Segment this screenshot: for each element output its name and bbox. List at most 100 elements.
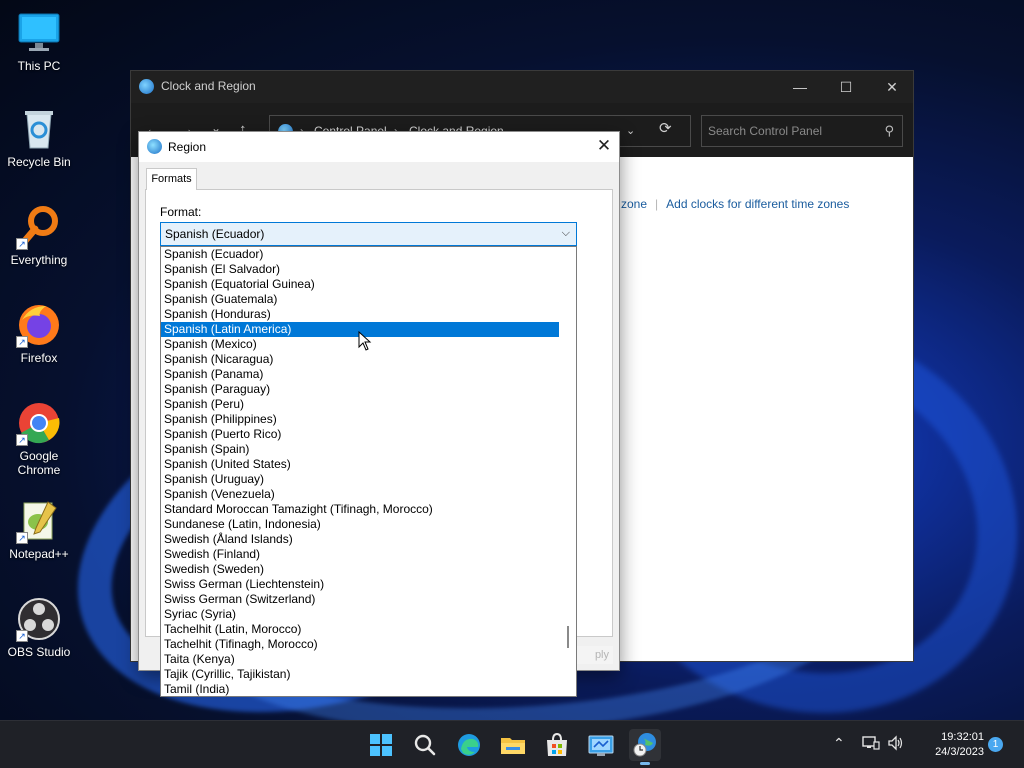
format-option[interactable]: Spanish (Nicaragua) <box>161 352 559 367</box>
edge-icon <box>458 734 480 756</box>
format-option[interactable]: Spanish (Venezuela) <box>161 487 559 502</box>
format-option[interactable]: Spanish (Honduras) <box>161 307 559 322</box>
taskbar-clock-and-region[interactable] <box>629 729 661 765</box>
desktop-icon-label: Everything <box>10 253 68 267</box>
format-dropdown-list[interactable]: Spanish (Ecuador) Spanish (El Salvador) Sp… <box>160 246 577 697</box>
obs-studio-icon: ↗ <box>16 596 62 642</box>
search-icon[interactable]: ⚲ <box>884 123 894 139</box>
format-option[interactable]: Spanish (Equatorial Guinea) <box>161 277 559 292</box>
notepad-plus-plus-icon: ↗ <box>16 498 62 544</box>
dropdown-scrollbar[interactable] <box>560 247 576 696</box>
desktop-icon-firefox[interactable]: ↗ Firefox <box>4 302 74 365</box>
format-option[interactable]: Swedish (Åland Islands) <box>161 532 559 547</box>
dialog-close-button[interactable]: ✕ <box>589 132 619 162</box>
desktop-icon-label: Notepad++ <box>9 547 69 561</box>
taskbar-edge[interactable] <box>453 729 485 761</box>
window-title: Clock and Region <box>161 79 256 93</box>
scrollbar-thumb[interactable] <box>567 626 569 648</box>
format-option[interactable]: Tachelhit (Latin, Morocco) <box>161 622 559 637</box>
format-option[interactable]: Tamil (India) <box>161 682 559 696</box>
volume-icon[interactable] <box>887 735 905 754</box>
desktop-icon-recycle-bin[interactable]: Recycle Bin <box>4 106 74 169</box>
format-option[interactable]: Spanish (Uruguay) <box>161 472 559 487</box>
region-dialog-titlebar[interactable]: Region ✕ <box>139 132 619 162</box>
dialog-title: Region <box>168 140 207 154</box>
network-icon[interactable] <box>862 735 880 754</box>
control-panel-titlebar[interactable]: Clock and Region — ☐ ✕ <box>131 71 913 103</box>
store-icon <box>547 732 567 756</box>
search-control-panel-box[interactable]: ⚲ <box>701 115 903 147</box>
close-button[interactable]: ✕ <box>869 71 915 103</box>
format-option[interactable]: Swedish (Sweden) <box>161 562 559 577</box>
everything-magnifier-icon: ↗ <box>16 204 62 250</box>
shortcut-arrow-icon: ↗ <box>16 630 28 642</box>
format-option[interactable]: Swiss German (Liechtenstein) <box>161 577 559 592</box>
tab-formats[interactable]: Formats <box>146 168 197 190</box>
desktop-icon-label: This PC <box>17 59 61 73</box>
format-option[interactable]: Swedish (Finland) <box>161 547 559 562</box>
shortcut-arrow-icon: ↗ <box>16 336 28 348</box>
chrome-icon: ↗ <box>16 400 62 446</box>
format-option[interactable]: Spanish (Philippines) <box>161 412 559 427</box>
desktop-icon-everything[interactable]: ↗ Everything <box>4 204 74 267</box>
mouse-cursor-icon <box>358 331 372 351</box>
format-option[interactable]: Sundanese (Latin, Indonesia) <box>161 517 559 532</box>
firefox-icon: ↗ <box>16 302 62 348</box>
desktop-icon-label: OBS Studio <box>7 645 71 659</box>
format-combobox[interactable]: Spanish (Ecuador) ⌵ <box>160 222 577 246</box>
desktop-icon-this-pc[interactable]: This PC <box>4 10 74 73</box>
format-option[interactable]: Spanish (Peru) <box>161 397 559 412</box>
add-clocks-link[interactable]: Add clocks for different time zones <box>666 197 849 211</box>
format-option[interactable]: Spanish (El Salvador) <box>161 262 559 277</box>
refresh-icon[interactable]: ⟳ <box>659 119 672 137</box>
search-input[interactable] <box>708 122 868 140</box>
control-panel-icon <box>588 735 614 756</box>
shortcut-arrow-icon: ↗ <box>16 532 28 544</box>
clock-region-globe-icon <box>139 79 154 94</box>
format-option[interactable]: Spanish (Panama) <box>161 367 559 382</box>
desktop-icon-label: Firefox <box>20 351 58 365</box>
minimize-button[interactable]: — <box>777 71 823 103</box>
format-option[interactable]: Swiss German (Switzerland) <box>161 592 559 607</box>
desktop-icon-google-chrome[interactable]: ↗ Google Chrome <box>4 400 74 477</box>
taskbar-clock[interactable]: 19:32:01 24/3/2023 <box>912 730 984 760</box>
format-option[interactable]: Spanish (Ecuador) <box>161 247 559 262</box>
chevron-down-icon[interactable]: ⌵ <box>562 227 570 240</box>
format-option[interactable]: Standard Moroccan Tamazight (Tifinagh, M… <box>161 502 559 517</box>
notification-badge[interactable]: 1 <box>988 737 1003 752</box>
taskbar: ⌃ 19:32:01 24/3/2023 <box>0 720 1024 768</box>
clock-time: 19:32:01 <box>941 731 984 743</box>
address-dropdown-chevron-icon[interactable]: ⌄ <box>626 124 635 137</box>
taskbar-search-button[interactable] <box>409 729 441 761</box>
format-option[interactable]: Syriac (Syria) <box>161 607 559 622</box>
format-option[interactable]: Tajik (Cyrillic, Tajikistan) <box>161 667 559 682</box>
format-option[interactable]: Spanish (United States) <box>161 457 559 472</box>
search-icon <box>414 734 436 756</box>
taskbar-store[interactable] <box>541 729 573 761</box>
format-option[interactable]: Taita (Kenya) <box>161 652 559 667</box>
link-separator: | <box>655 197 659 211</box>
format-option[interactable]: Spanish (Puerto Rico) <box>161 427 559 442</box>
start-button[interactable] <box>365 729 397 761</box>
desktop-icon-obs-studio[interactable]: ↗ OBS Studio <box>4 596 74 659</box>
active-app-indicator <box>640 762 650 765</box>
shortcut-arrow-icon: ↗ <box>16 434 28 446</box>
format-selected-value: Spanish (Ecuador) <box>165 227 265 241</box>
format-option[interactable]: Spanish (Guatemala) <box>161 292 559 307</box>
show-hidden-icons-chevron-icon[interactable]: ⌃ <box>833 735 845 752</box>
format-option[interactable]: Spanish (Spain) <box>161 442 559 457</box>
desktop-icon-label: Recycle Bin <box>7 155 71 169</box>
taskbar-file-explorer[interactable] <box>497 729 529 761</box>
desktop-icon-label: Google Chrome <box>17 449 61 477</box>
desktop-icon-notepad-plus-plus[interactable]: ↗ Notepad++ <box>4 498 74 561</box>
file-explorer-icon <box>501 738 525 754</box>
windows-logo-icon <box>370 734 392 756</box>
clock-region-icon <box>633 733 656 757</box>
format-option[interactable]: Spanish (Paraguay) <box>161 382 559 397</box>
change-time-zone-link[interactable]: zone <box>621 197 647 211</box>
maximize-button[interactable]: ☐ <box>823 71 869 103</box>
format-option[interactable]: Tachelhit (Tifinagh, Morocco) <box>161 637 559 652</box>
shortcut-arrow-icon: ↗ <box>16 238 28 250</box>
format-label: Format: <box>160 205 202 219</box>
taskbar-control-panel[interactable] <box>585 729 617 761</box>
